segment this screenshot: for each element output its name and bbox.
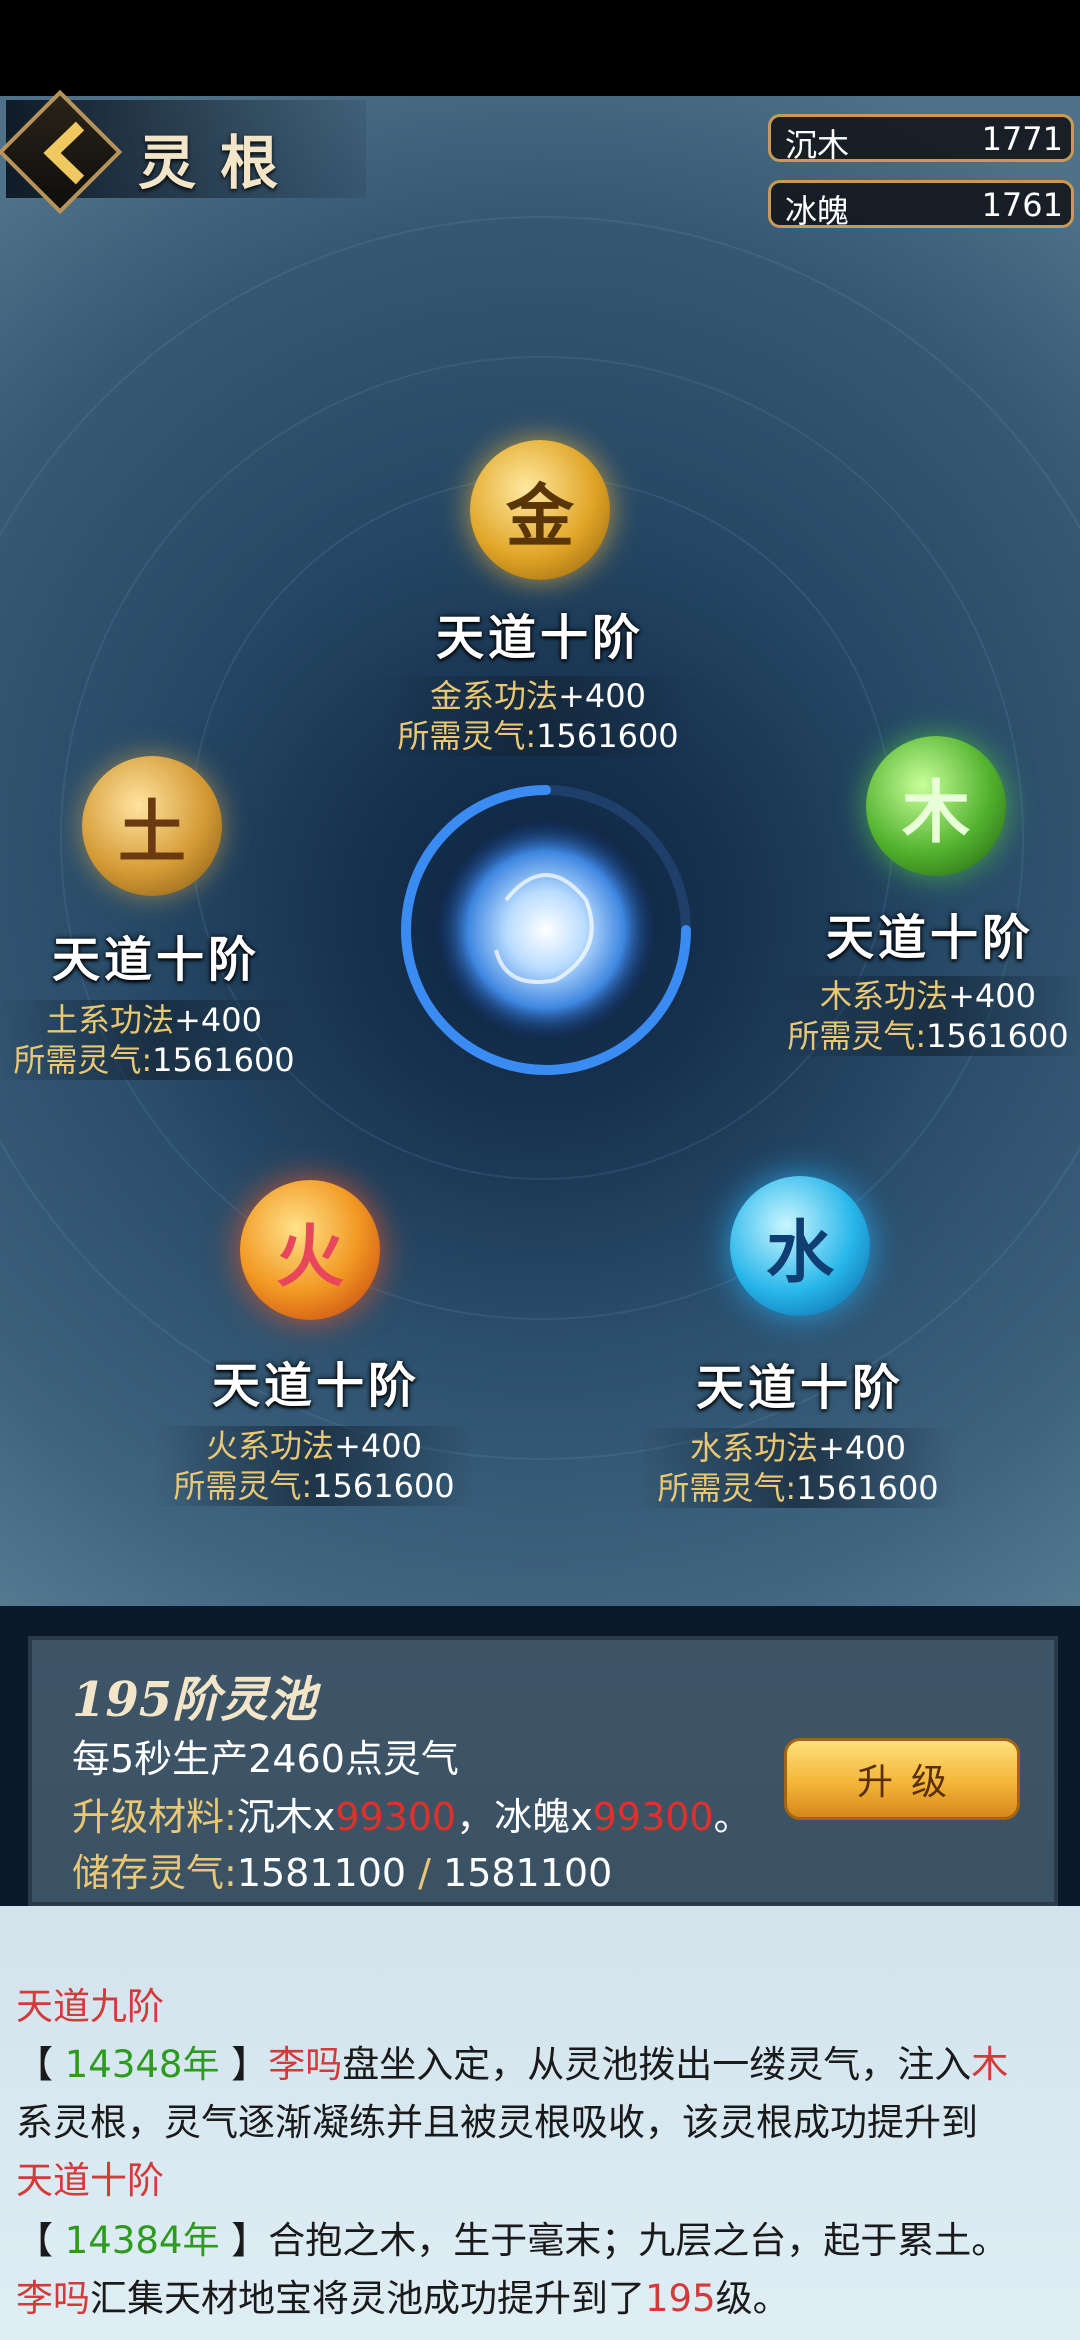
pool-materials: 升级材料:沉木x99300，冰魄x99300。	[72, 1795, 752, 1839]
water-root-stats: 水系功法+400 所需灵气:1561600	[638, 1428, 958, 1508]
resource-value: 1761	[981, 186, 1063, 224]
metal-root-stats: 金系功法+400 所需灵气:1561600	[378, 676, 698, 756]
wood-root-stats: 木系功法+400 所需灵气:1561600	[768, 976, 1080, 1056]
earth-root-stats: 土系功法+400 所需灵气:1561600	[0, 1000, 314, 1080]
resource-chenmu: 沉木 1771	[768, 114, 1074, 164]
log-line: 天道九阶	[16, 1985, 164, 2028]
metal-root-rank: 天道十阶	[435, 610, 644, 666]
earth-root-orb[interactable]: 土	[82, 756, 222, 896]
status-bar	[0, 0, 1080, 96]
chevron-left-icon[interactable]	[38, 118, 98, 188]
water-root-rank: 天道十阶	[695, 1360, 904, 1416]
resource-value: 1771	[981, 120, 1063, 158]
spirit-pool-orb[interactable]	[396, 780, 696, 1080]
fire-root-stats: 火系功法+400 所需灵气:1561600	[154, 1426, 474, 1506]
log-line: 【 14348年 】李吗盘坐入定，从灵池拨出一缕灵气，注入木	[16, 2043, 1009, 2086]
spirit-pool-title: 195阶灵池	[72, 1672, 317, 1728]
log-line: 系灵根，灵气逐渐凝练并且被灵根吸收，该灵根成功提升到	[16, 2101, 978, 2144]
water-root-orb[interactable]: 水	[730, 1176, 870, 1316]
fire-root-rank: 天道十阶	[211, 1358, 420, 1414]
page-title: 灵根	[138, 129, 303, 197]
wood-root-orb[interactable]: 木	[866, 736, 1006, 876]
log-line: 【 14384年 】合抱之木，生于毫末；九层之台，起于累土。	[16, 2219, 1009, 2262]
wood-root-rank: 天道十阶	[825, 910, 1034, 966]
earth-root-rank: 天道十阶	[51, 932, 260, 988]
resource-name: 冰魄	[785, 192, 850, 230]
log-line: 天道十阶	[16, 2159, 164, 2202]
pool-storage: 储存灵气:1581100 / 1581100	[72, 1851, 613, 1895]
resource-name: 沉木	[785, 126, 850, 164]
upgrade-button[interactable]: 升级	[784, 1738, 1020, 1820]
fire-root-orb[interactable]: 火	[240, 1180, 380, 1320]
resource-bingpo: 冰魄 1761	[768, 180, 1074, 230]
log-line: 李吗汇集天材地宝将灵池成功提升到了195级。	[16, 2277, 790, 2320]
pool-production: 每5秒生产2460点灵气	[72, 1737, 459, 1781]
metal-root-orb[interactable]: 金	[470, 440, 610, 580]
